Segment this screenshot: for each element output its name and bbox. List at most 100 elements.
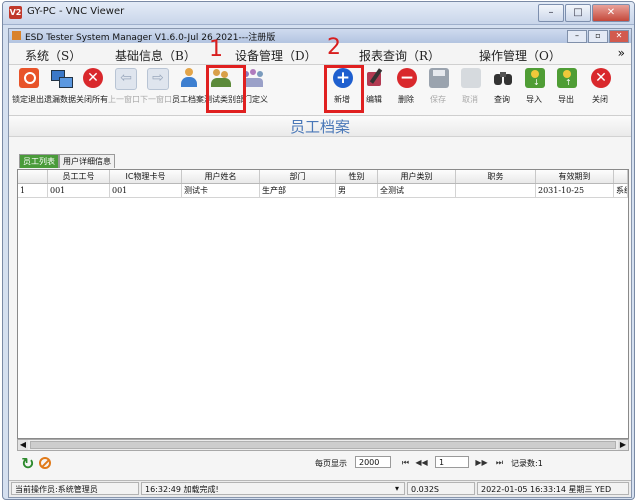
import-button[interactable]: ↓ 导入 — [517, 67, 551, 111]
app-close-button[interactable]: ✕ — [609, 30, 629, 43]
arrow-left-icon: ⇦ — [115, 68, 137, 90]
first-page-icon[interactable]: ⏮ — [399, 457, 412, 468]
tab-employee-list[interactable]: 员工列表 — [19, 154, 59, 168]
app-logo-icon — [12, 31, 21, 40]
row-index: 1 — [18, 184, 48, 197]
status-datetime: 2022-01-05 16:33:14 星期三 YED — [477, 482, 629, 495]
cell-position — [456, 184, 536, 197]
scroll-left-icon[interactable]: ◀ — [18, 440, 28, 450]
cell-ic-card: 001 — [110, 184, 182, 197]
table-row[interactable]: 1 001 001 测试卡 生产部 男 全测试 2031-10-25 系统 — [18, 184, 628, 198]
horizontal-scrollbar[interactable]: ◀ ▶ — [17, 439, 629, 451]
highlight-box-add — [324, 65, 364, 113]
binoculars-icon — [493, 68, 513, 88]
group-icon — [243, 68, 263, 88]
refresh-icon[interactable]: ↻ — [21, 456, 37, 472]
status-dropdown-icon[interactable]: ▾ — [394, 482, 405, 495]
previous-window-button[interactable]: ⇦ 上一窗口 — [107, 67, 141, 111]
highlight-box-employee-records — [206, 65, 246, 113]
app-titlebar: ESD Tester System Manager V1.6.0-Jul 26 … — [9, 29, 631, 43]
app-restore-button[interactable]: ▫ — [588, 30, 608, 43]
query-button[interactable]: 查询 — [485, 67, 519, 111]
close-circle-icon: ✕ — [83, 68, 103, 88]
menu-report-query[interactable]: 报表查询（R） — [359, 47, 440, 64]
stop-icon[interactable] — [39, 457, 51, 469]
column-header-index — [18, 170, 48, 183]
per-page-input[interactable]: 2000 — [355, 456, 391, 468]
pager: ↻ 每页显示 2000 ⏮ ◀◀ 1 ▶▶ ⏭ 记录数:1 — [9, 454, 631, 474]
vnc-titlebar: V2 GY-PC - VNC Viewer – □ ✕ — [3, 2, 634, 25]
column-header-gender[interactable]: 性别 — [336, 170, 378, 183]
tab-user-details[interactable]: 用户详细信息 — [59, 154, 115, 168]
cell-valid-until: 2031-10-25 — [536, 184, 614, 197]
minimize-button[interactable]: – — [538, 4, 564, 22]
annotation-step-1: 1 — [209, 37, 223, 62]
vnc-window: V2 GY-PC - VNC Viewer – □ ✕ ESD Tester S… — [2, 1, 635, 500]
app-title: ESD Tester System Manager V1.6.0-Jul 26 … — [25, 33, 276, 43]
app-minimize-button[interactable]: – — [567, 30, 587, 43]
network-icon — [51, 68, 73, 88]
missing-data-button[interactable]: 遗漏数据 — [43, 67, 77, 111]
column-header-user-type[interactable]: 用户类别 — [378, 170, 456, 183]
edit-icon — [365, 68, 385, 88]
menu-system[interactable]: 系统（S） — [25, 47, 81, 64]
menu-basic-info[interactable]: 基础信息（B） — [115, 47, 196, 64]
annotation-step-2: 2 — [327, 35, 341, 60]
scroll-right-icon[interactable]: ▶ — [618, 440, 628, 450]
delete-button[interactable]: − 删除 — [389, 67, 423, 111]
close-button[interactable]: ✕ — [592, 4, 630, 22]
column-header-valid-until[interactable]: 有效期到 — [536, 170, 614, 183]
toolbar: 锁定退出 遗漏数据 ✕ 关闭所有 ⇦ 上一窗口 ⇨ 下一窗口 员工档案 测试类别… — [9, 65, 631, 116]
vnc-logo-icon: V2 — [9, 6, 22, 19]
column-header-user-name[interactable]: 用户姓名 — [182, 170, 260, 183]
cell-user-type: 全测试 — [378, 184, 456, 197]
cell-user-name: 测试卡 — [182, 184, 260, 197]
cell-gender: 男 — [336, 184, 378, 197]
menu-operation-management[interactable]: 操作管理（O） — [479, 47, 561, 64]
vnc-window-controls: – □ ✕ — [538, 4, 630, 22]
per-page-label: 每页显示 — [315, 459, 347, 468]
tab-bar: 员工列表 用户详细信息 — [19, 154, 115, 168]
export-button[interactable]: ↑ 导出 — [549, 67, 583, 111]
cell-employee-id: 001 — [48, 184, 110, 197]
menu-device-management[interactable]: 设备管理（D） — [235, 47, 317, 64]
cancel-icon — [461, 68, 481, 88]
close-all-button[interactable]: ✕ 关闭所有 — [75, 67, 109, 111]
app-window-controls: – ▫ ✕ — [567, 30, 629, 43]
page-title: 员工档案 — [9, 116, 631, 137]
column-header-position[interactable]: 职务 — [456, 170, 536, 183]
previous-page-icon[interactable]: ◀◀ — [415, 457, 428, 468]
column-header-ic-card[interactable]: IC物理卡号 — [110, 170, 182, 183]
status-message: 16:32:49 加载完成! — [141, 482, 405, 495]
record-count: 记录数:1 — [511, 459, 543, 468]
cancel-button[interactable]: 取消 — [453, 67, 487, 111]
column-header-department[interactable]: 部门 — [260, 170, 336, 183]
column-header-extra — [614, 170, 628, 183]
arrow-right-icon: ⇨ — [147, 68, 169, 90]
column-header-employee-id[interactable]: 员工工号 — [48, 170, 110, 183]
save-icon — [429, 68, 449, 88]
next-page-icon[interactable]: ▶▶ — [475, 457, 488, 468]
scroll-thumb[interactable] — [30, 441, 616, 449]
user-icon — [179, 68, 199, 88]
close-tab-button[interactable]: ✕ 关闭 — [583, 67, 617, 111]
maximize-button[interactable]: □ — [565, 4, 591, 22]
cell-extra: 系统 — [614, 184, 628, 197]
table-header: 员工工号 IC物理卡号 用户姓名 部门 性别 用户类别 职务 有效期到 — [18, 170, 628, 184]
menu-overflow-chevron-icon[interactable]: » — [618, 46, 625, 60]
cell-department: 生产部 — [260, 184, 336, 197]
next-window-button[interactable]: ⇨ 下一窗口 — [139, 67, 173, 111]
employee-records-button[interactable]: 员工档案 — [171, 67, 205, 111]
last-page-icon[interactable]: ⏭ — [493, 457, 506, 468]
vnc-title: GY-PC - VNC Viewer — [27, 6, 125, 17]
menubar: 系统（S） 基础信息（B） 设备管理（D） 报表查询（R） 操作管理（O） » — [9, 44, 631, 65]
employee-table: 员工工号 IC物理卡号 用户姓名 部门 性别 用户类别 职务 有效期到 1 00… — [17, 169, 629, 439]
status-operator: 当前操作员:系统管理员 — [11, 482, 139, 495]
status-timing: 0.032S — [407, 482, 475, 495]
page-number-input[interactable]: 1 — [435, 456, 469, 468]
lock-exit-button[interactable]: 锁定退出 — [11, 67, 45, 111]
save-button[interactable]: 保存 — [421, 67, 455, 111]
close-circle-icon: ✕ — [591, 68, 611, 88]
power-icon — [19, 68, 39, 88]
import-icon: ↓ — [525, 68, 545, 88]
